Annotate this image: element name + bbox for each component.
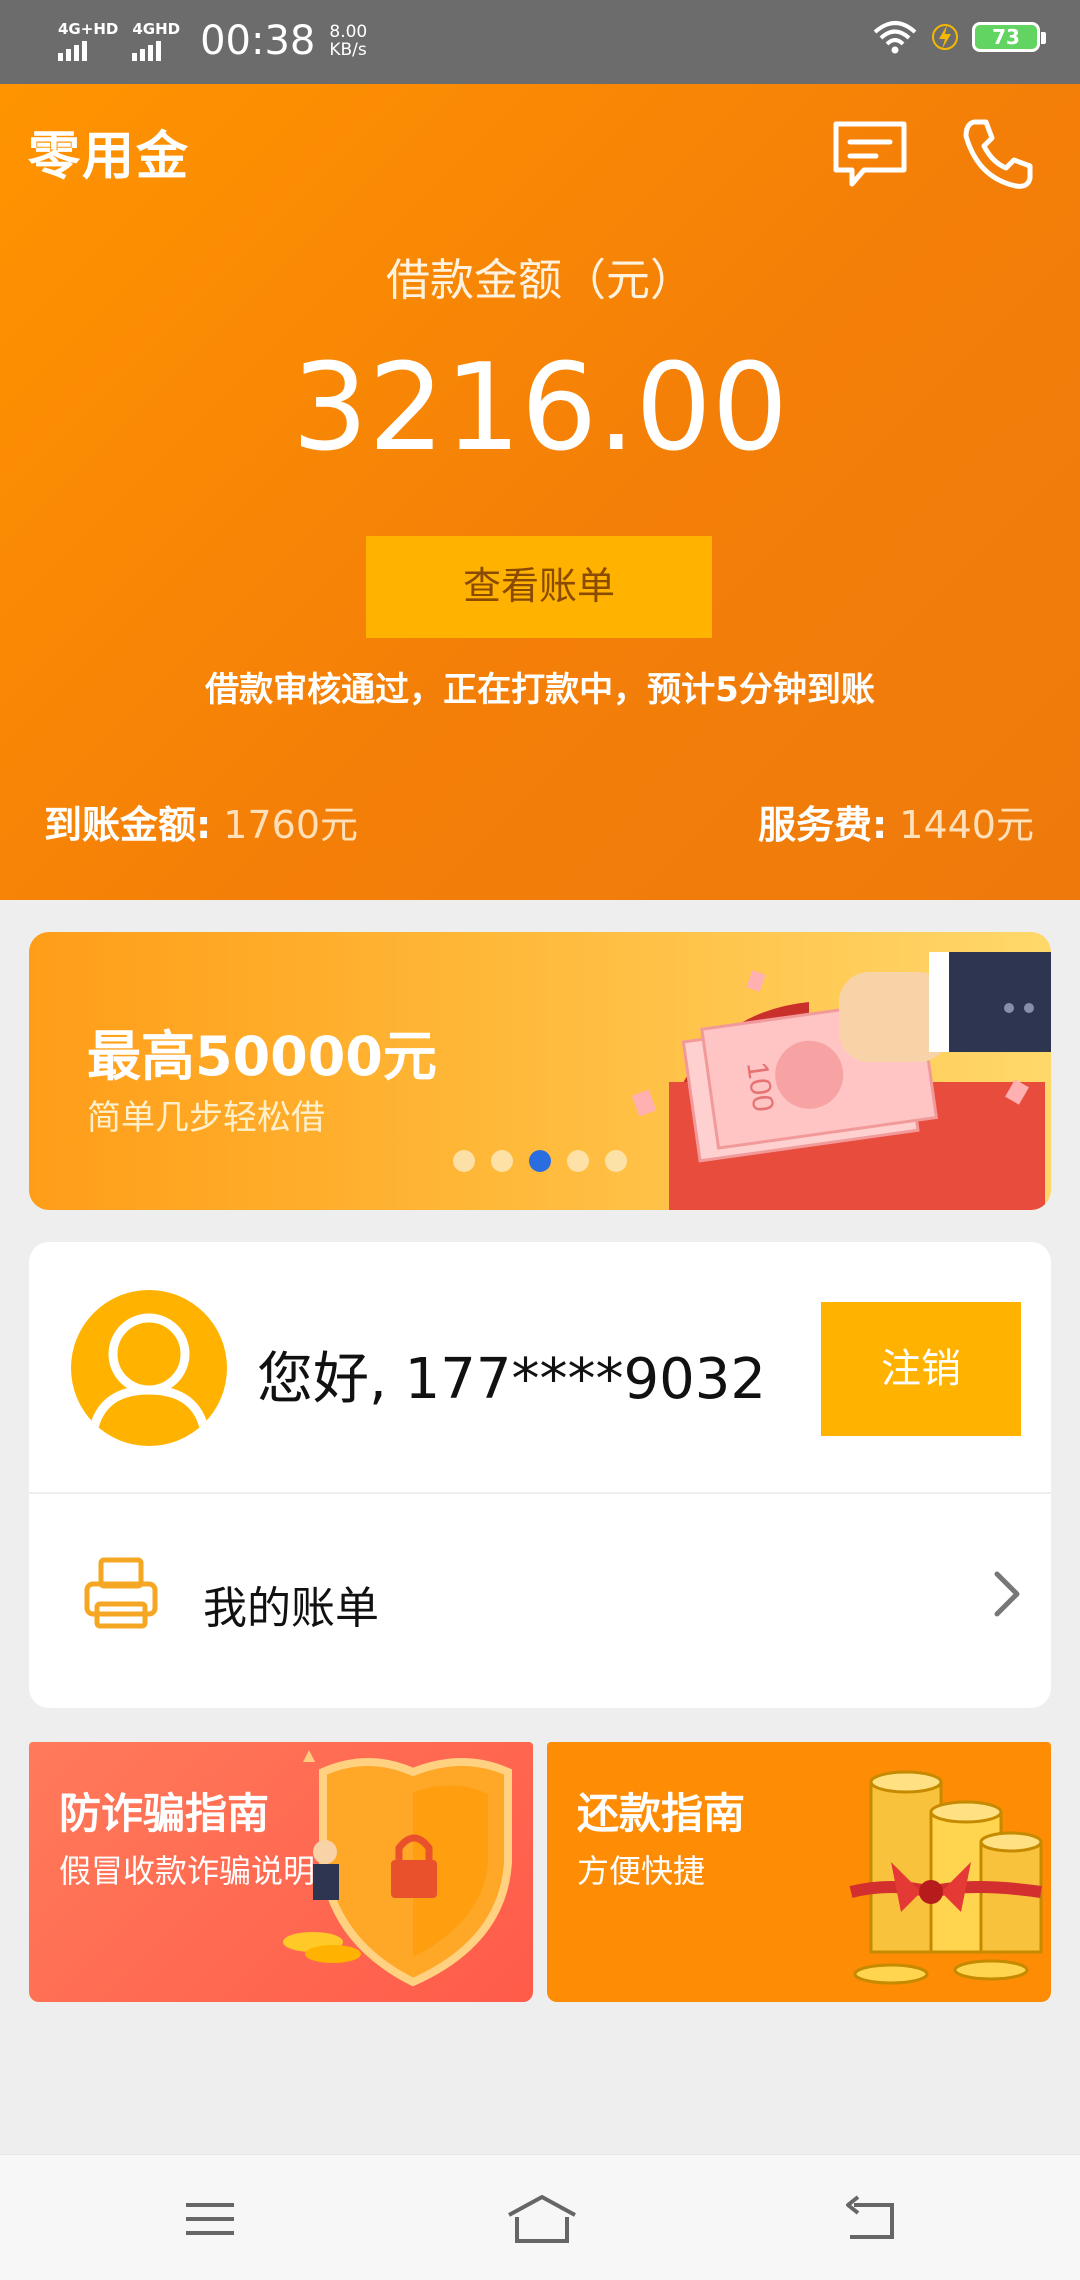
system-navigation-bar [0, 2154, 1080, 2280]
user-greeting: 您好, 177****9032 [257, 1347, 767, 1412]
network-speed: 8.00 KB/s [329, 23, 367, 59]
loan-amount-label: 借款金额（元） [386, 255, 694, 306]
clock: 00:38 [200, 18, 316, 64]
shield-lock-icon [283, 1750, 512, 1987]
home-icon[interactable] [505, 2191, 579, 2247]
back-icon[interactable] [840, 2191, 900, 2247]
signal-icon-2: 4GHD [132, 21, 180, 61]
gold-coins-icon [849, 1770, 1043, 1985]
repayment-guide-subtitle: 方便快捷 [577, 1852, 706, 1890]
speed-unit: KB/s [329, 40, 367, 60]
app-logo: 零用金 [28, 127, 191, 187]
loan-summary-header: 零用金 借款金额（元） 3216.00 查看账单 借款审核通过，正在打款中，预计… [0, 84, 1080, 900]
service-fee-label: 服务费: [757, 803, 888, 847]
received-amount-label: 到账金额: [44, 803, 212, 847]
printer-icon [84, 1557, 158, 1629]
user-avatar-icon [88, 1313, 210, 1434]
chevron-right-icon [994, 1571, 1020, 1617]
menu-icon[interactable] [180, 2191, 240, 2247]
signal-icon: 4G+HD [58, 21, 118, 61]
avatar [71, 1290, 227, 1446]
network-label-2: 4GHD [132, 20, 181, 38]
repayment-guide-card[interactable]: 还款指南 方便快捷 [547, 1742, 1051, 2002]
svg-text:100: 100 [740, 1060, 780, 1114]
speed-value: 8.00 [329, 22, 368, 42]
repayment-guide-title: 还款指南 [577, 1789, 746, 1838]
promo-banner[interactable]: 最高50000元 简单几步轻松借 100 [29, 932, 1051, 1210]
status-bar: 4G+HD 4GHD 00:38 8.00 KB/s 73 [0, 0, 1080, 84]
received-amount-value: 1760元 [223, 803, 359, 847]
carousel-dots[interactable] [453, 1150, 627, 1172]
wifi-icon [873, 21, 917, 54]
charging-icon [932, 24, 958, 50]
message-icon[interactable] [830, 114, 910, 194]
battery-icon: 73 [972, 22, 1046, 52]
phone-icon[interactable] [958, 114, 1038, 194]
anti-fraud-guide-title: 防诈骗指南 [59, 1789, 270, 1838]
service-fee-value: 1440元 [899, 803, 1034, 847]
carousel-dot[interactable] [605, 1150, 627, 1172]
carousel-dot[interactable] [453, 1150, 475, 1172]
received-amount: 到账金额: 1760元 [44, 794, 358, 849]
anti-fraud-guide-card[interactable]: 防诈骗指南 假冒收款诈骗说明 [29, 1742, 533, 2002]
logout-button[interactable]: 注销 [821, 1302, 1021, 1436]
service-fee: 服务费: 1440元 [758, 794, 1034, 849]
view-bill-button[interactable]: 查看账单 [366, 536, 712, 638]
user-card: 您好, 177****9032 注销 我的账单 [29, 1242, 1051, 1708]
banner-subtitle: 简单几步轻松借 [87, 1098, 325, 1138]
network-label: 4G+HD [58, 20, 119, 38]
red-envelope-money-illustration: 100 [631, 952, 1051, 1210]
loan-amount-value: 3216.00 [291, 339, 789, 478]
my-bills-row[interactable]: 我的账单 [29, 1494, 1051, 1708]
loan-status-text: 借款审核通过，正在打款中，预计5分钟到账 [205, 670, 875, 710]
carousel-dot-active[interactable] [529, 1150, 551, 1172]
banner-title: 最高50000元 [87, 1025, 437, 1088]
carousel-dot[interactable] [567, 1150, 589, 1172]
my-bills-label: 我的账单 [203, 1583, 379, 1634]
carousel-dot[interactable] [491, 1150, 513, 1172]
